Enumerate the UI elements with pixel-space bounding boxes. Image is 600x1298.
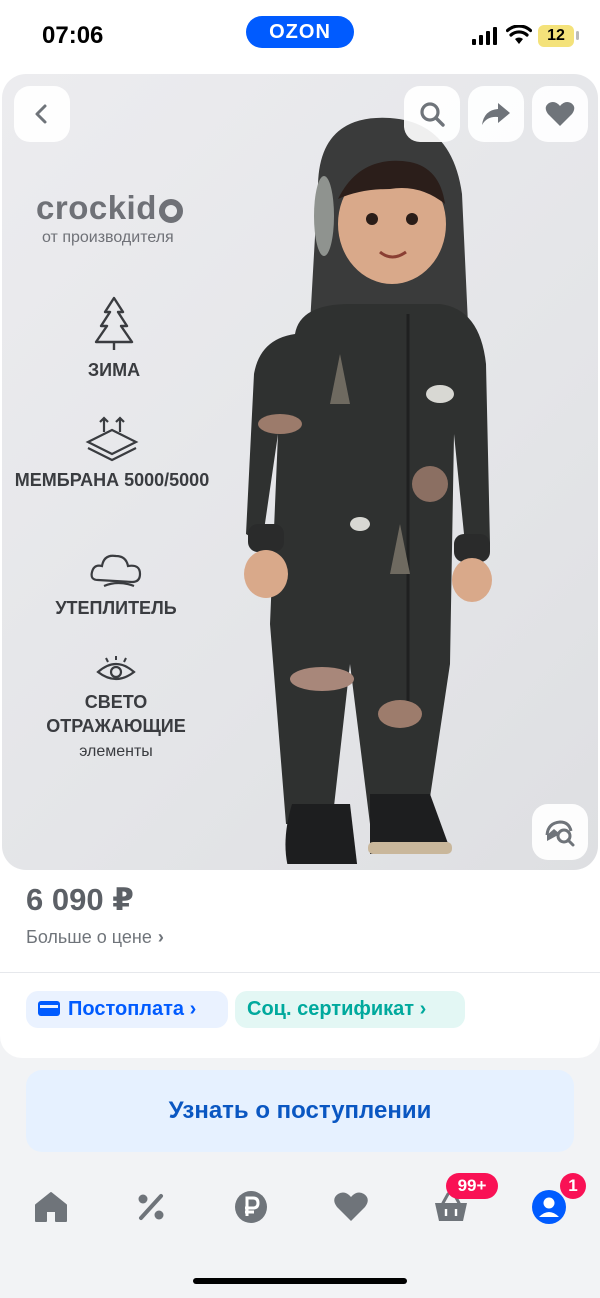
feature-winter: ЗИМА [14, 296, 214, 382]
product-image-kid-overall [244, 117, 492, 864]
status-bar: 07:06 OZON 12 [0, 0, 600, 70]
product-photo[interactable]: crockid от производителя ЗИМА МЕМБРАНА 5… [2, 74, 598, 870]
feature-membrane: МЕМБРАНА 5000/5000 [14, 414, 210, 492]
notify-on-arrival-button[interactable]: Узнать о поступлении [26, 1070, 574, 1152]
postpay-chip[interactable]: Постоплата › [26, 991, 228, 1028]
price-details-label: Больше о цене [26, 927, 152, 947]
back-button[interactable] [14, 86, 70, 142]
status-time: 07:06 [42, 22, 104, 49]
chevron-right-icon: › [189, 998, 197, 1020]
heart-icon [334, 1192, 368, 1221]
feature-insulation-label: УТЕПЛИТЕЛЬ [55, 598, 177, 618]
chevron-right-icon: › [157, 927, 164, 947]
feature-reflective-label: СВЕТО ОТРАЖАЮЩИЕ [46, 692, 186, 736]
tree-icon [94, 296, 134, 350]
eye-icon [96, 656, 136, 681]
battery-indicator: 12 [538, 25, 574, 47]
share-arrow-icon [482, 103, 510, 125]
brand-name: crockid [36, 189, 157, 226]
share-button[interactable] [468, 86, 524, 142]
feature-reflective-sub: элементы [79, 743, 153, 760]
product-card: crockid от производителя ЗИМА МЕМБРАНА 5… [0, 70, 600, 1058]
home-icon [35, 1192, 67, 1222]
tab-favorites[interactable] [331, 1187, 371, 1227]
ruble-icon [235, 1191, 267, 1223]
social-certificate-label: Соц. сертификат [247, 998, 415, 1020]
home-indicator [193, 1278, 407, 1284]
tab-finance[interactable] [231, 1187, 271, 1227]
brand-logo: crockid [36, 189, 183, 227]
feature-winter-label: ЗИМА [87, 360, 141, 380]
favorite-button[interactable] [532, 86, 588, 142]
search-button[interactable] [404, 86, 460, 142]
tab-sales[interactable] [131, 1187, 171, 1227]
percent-icon [138, 1194, 164, 1220]
card-icon [38, 1001, 60, 1016]
battery-tip [576, 31, 579, 40]
cart-badge: 99+ [446, 1173, 498, 1199]
feature-insulation: УТЕПЛИТЕЛЬ [16, 550, 216, 620]
social-certificate-chip[interactable]: Соц. сертификат › [235, 991, 465, 1028]
chevron-left-icon [35, 104, 47, 124]
tab-home[interactable] [31, 1187, 71, 1227]
image-search-button[interactable] [532, 804, 588, 860]
wifi-icon [506, 25, 532, 44]
cloud-icon [90, 554, 142, 588]
feature-membrane-label: МЕМБРАНА 5000/5000 [14, 470, 210, 490]
product-price: 6 090 ₽ [26, 882, 134, 917]
chevron-right-icon: › [419, 998, 427, 1020]
heart-icon [545, 102, 575, 126]
membrane-icon [85, 416, 139, 462]
brand-mark [158, 199, 183, 223]
price-details-link[interactable]: Больше о цене › [26, 927, 164, 948]
bottom-tab-bar: 99+ 1 [0, 1165, 600, 1245]
brand-subtitle: от производителя [42, 229, 174, 246]
postpay-chip-label: Постоплата [68, 998, 185, 1020]
signal-icon [472, 27, 497, 45]
feature-reflective: СВЕТО ОТРАЖАЮЩИЕ элементы [16, 654, 216, 764]
image-search-icon [545, 820, 575, 847]
ozon-logo: OZON [246, 16, 354, 48]
search-icon [420, 102, 445, 127]
divider [0, 972, 600, 973]
profile-badge: 1 [560, 1173, 586, 1199]
profile-icon [532, 1190, 566, 1224]
